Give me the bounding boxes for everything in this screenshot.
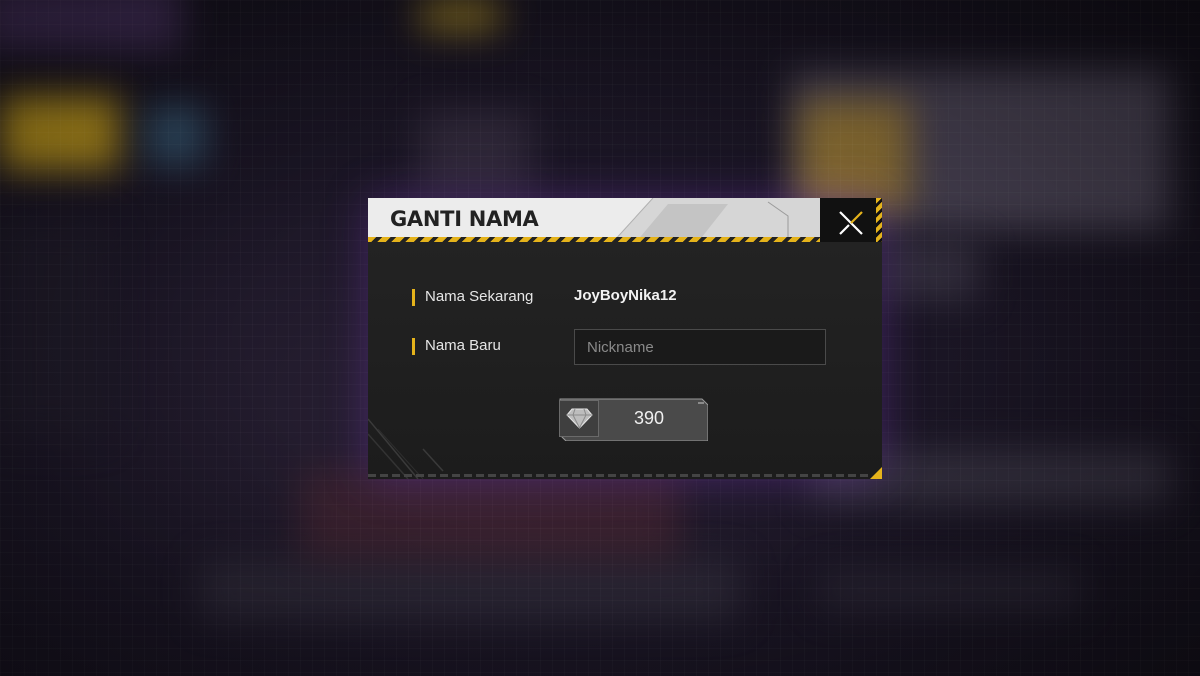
label-marker xyxy=(412,338,415,355)
corner-slash-decoration xyxy=(368,418,444,479)
current-name-label: Nama Sekarang xyxy=(425,288,534,305)
close-button[interactable] xyxy=(820,198,882,247)
rename-dialog: GANTI NAMA Nama Sekarang JoyBoyNika12 Na… xyxy=(368,198,882,479)
dialog-title: GANTI NAMA xyxy=(390,207,539,231)
close-hatch-decoration xyxy=(876,198,882,247)
dialog-header: GANTI NAMA xyxy=(368,198,820,242)
nickname-input[interactable] xyxy=(574,329,826,365)
label-marker xyxy=(412,289,415,306)
dialog-body: Nama Sekarang JoyBoyNika12 Nama Baru 390 xyxy=(368,242,882,479)
bottom-dash-decoration xyxy=(368,474,868,477)
new-name-label: Nama Baru xyxy=(425,337,501,354)
confirm-purchase-button[interactable]: 390 xyxy=(558,397,708,441)
corner-accent xyxy=(870,467,882,479)
close-x-icon xyxy=(839,211,863,235)
price-amount: 390 xyxy=(633,408,665,428)
current-name-value: JoyBoyNika12 xyxy=(574,287,677,304)
diamond-icon xyxy=(566,408,593,430)
